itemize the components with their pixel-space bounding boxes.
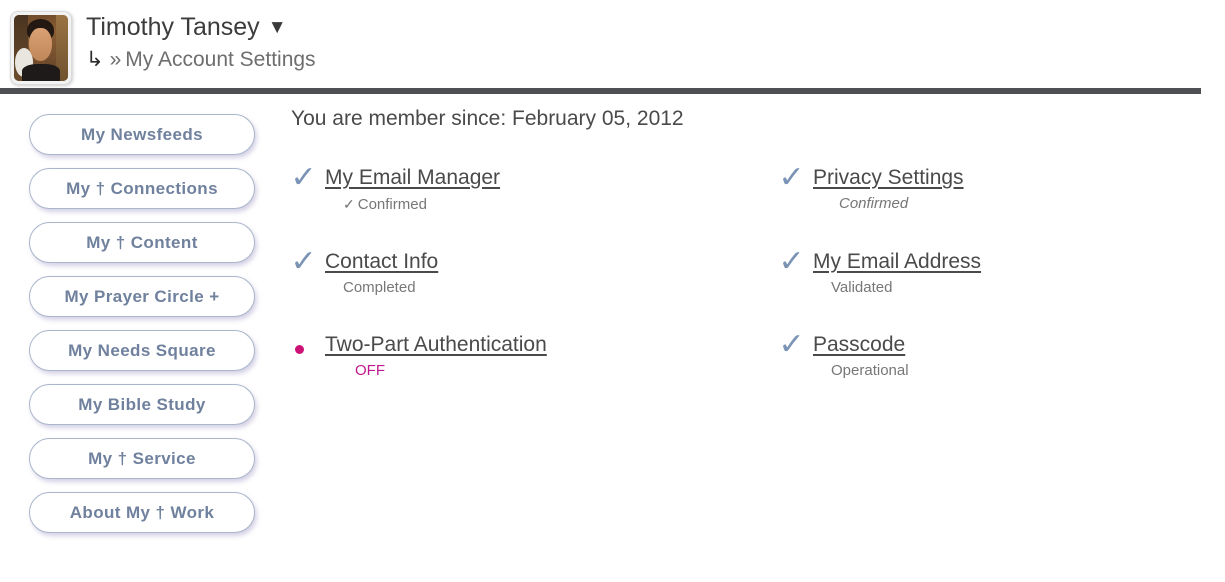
status-mark: ✓ bbox=[290, 161, 325, 196]
sidebar-item-my-newsfeeds[interactable]: My Newsfeeds bbox=[29, 114, 255, 155]
setting-status: Validated bbox=[831, 279, 893, 296]
chevron-right-icon: » bbox=[109, 48, 122, 71]
member-since-text: You are member since: February 05, 2012 bbox=[291, 107, 684, 130]
setting-item-my-email-address: ✓ My Email Address Validated bbox=[761, 245, 1225, 297]
setting-link-my-email-address[interactable]: My Email Address bbox=[813, 249, 981, 274]
setting-body: Passcode Operational bbox=[813, 331, 909, 380]
account-settings-grid: ✓ My Email Manager ✓ Confirmed ✓ Privacy … bbox=[290, 161, 1225, 380]
setting-body: Privacy Settings Confirmed bbox=[813, 164, 964, 213]
setting-status: OFF bbox=[355, 362, 385, 379]
sidebar-item-label: My Needs Square bbox=[68, 340, 216, 360]
breadcrumb: ↳» My Account Settings bbox=[86, 47, 316, 73]
status-mark: ✓ bbox=[290, 245, 325, 280]
setting-status: ✓ Confirmed bbox=[325, 195, 500, 214]
setting-link-two-part-authentication[interactable]: Two-Part Authentication bbox=[325, 332, 547, 357]
triangle-down-icon[interactable]: ▼ bbox=[268, 13, 287, 43]
sidebar-item-label: My Bible Study bbox=[78, 394, 206, 414]
sidebar-item-my-service[interactable]: My † Service bbox=[29, 438, 255, 479]
setting-item-privacy-settings: ✓ Privacy Settings Confirmed bbox=[761, 161, 1225, 214]
setting-status-label: Confirmed bbox=[357, 196, 427, 213]
main-content: You are member since: February 05, 2012 … bbox=[285, 106, 1225, 546]
status-mark: ✓ bbox=[778, 328, 813, 363]
setting-status: Confirmed bbox=[839, 195, 909, 212]
setting-item-two-part-authentication: Two-Part Authentication OFF bbox=[291, 331, 761, 380]
sidebar-item-label: My † Connections bbox=[66, 178, 218, 198]
sidebar-item-label: My Newsfeeds bbox=[81, 124, 203, 144]
return-arrow-icon: ↳ bbox=[86, 48, 104, 71]
status-mark: ✓ bbox=[778, 161, 813, 196]
status-mark bbox=[291, 331, 325, 363]
sidebar-item-label: My † Service bbox=[88, 448, 196, 468]
setting-link-my-email-manager[interactable]: My Email Manager bbox=[325, 165, 500, 190]
check-icon: ✓ bbox=[290, 245, 317, 278]
check-icon: ✓ bbox=[778, 161, 805, 194]
sidebar-item-my-prayer-circle[interactable]: My Prayer Circle + bbox=[29, 276, 255, 317]
setting-link-contact-info[interactable]: Contact Info bbox=[325, 249, 438, 274]
bullet-dot-icon bbox=[295, 345, 304, 354]
sidebar-item-my-connections[interactable]: My † Connections bbox=[29, 168, 255, 209]
sidebar-item-about-my-work[interactable]: About My † Work bbox=[29, 492, 255, 533]
setting-body: My Email Manager ✓ Confirmed bbox=[325, 164, 500, 214]
check-icon: ✓ bbox=[290, 161, 317, 194]
breadcrumb-current-page: My Account Settings bbox=[125, 48, 316, 71]
avatar[interactable] bbox=[10, 11, 72, 85]
status-mark: ✓ bbox=[778, 245, 813, 280]
sidebar-item-label: About My † Work bbox=[69, 502, 215, 522]
avatar-face bbox=[29, 28, 52, 62]
header-divider bbox=[0, 88, 1201, 94]
header-text-block: Timothy Tansey ▼ ↳» My Account Settings bbox=[86, 8, 316, 73]
avatar-torso bbox=[21, 63, 61, 81]
user-name-menu[interactable]: Timothy Tansey ▼ bbox=[86, 12, 316, 43]
setting-item-contact-info: ✓ Contact Info Completed bbox=[290, 245, 761, 297]
sidebar-item-label: My † Content bbox=[86, 232, 198, 252]
setting-status: Operational bbox=[831, 362, 909, 379]
sidebar-item-my-content[interactable]: My † Content bbox=[29, 222, 255, 263]
check-small-icon: ✓ bbox=[343, 196, 355, 212]
setting-body: My Email Address Validated bbox=[813, 248, 981, 297]
sidebar: My Newsfeeds My † Connections My † Conte… bbox=[0, 106, 285, 546]
page-header: Timothy Tansey ▼ ↳» My Account Settings bbox=[0, 0, 1225, 94]
setting-body: Two-Part Authentication OFF bbox=[325, 331, 547, 380]
page-body: My Newsfeeds My † Connections My † Conte… bbox=[0, 90, 1225, 546]
user-name-label: Timothy Tansey bbox=[86, 13, 260, 41]
setting-body: Contact Info Completed bbox=[325, 248, 438, 297]
avatar-photo bbox=[14, 15, 68, 81]
sidebar-item-my-bible-study[interactable]: My Bible Study bbox=[29, 384, 255, 425]
setting-item-my-email-manager: ✓ My Email Manager ✓ Confirmed bbox=[290, 161, 761, 214]
setting-link-privacy-settings[interactable]: Privacy Settings bbox=[813, 165, 964, 190]
sidebar-item-my-needs-square[interactable]: My Needs Square bbox=[29, 330, 255, 371]
setting-item-passcode: ✓ Passcode Operational bbox=[761, 328, 1225, 380]
sidebar-item-label: My Prayer Circle + bbox=[64, 286, 220, 306]
setting-link-passcode[interactable]: Passcode bbox=[813, 332, 909, 357]
check-icon: ✓ bbox=[778, 245, 805, 278]
check-icon: ✓ bbox=[778, 328, 805, 361]
setting-status: Completed bbox=[343, 279, 416, 296]
